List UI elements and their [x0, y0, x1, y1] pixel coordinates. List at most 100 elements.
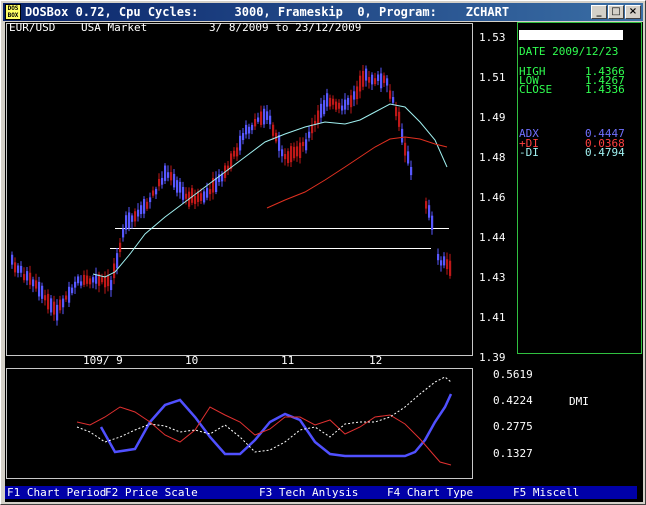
candle-body: [89, 278, 92, 285]
market-label: USA Market: [81, 22, 148, 34]
fkey-code: F4: [387, 486, 401, 499]
price-tick: 1.41: [479, 311, 506, 324]
candle-body: [332, 98, 335, 105]
candle-body: [71, 287, 74, 294]
candle-body: [56, 304, 59, 321]
fkey-code: F3: [259, 486, 273, 499]
command-input[interactable]: [519, 30, 623, 40]
candle-body: [68, 286, 71, 303]
candle-body: [284, 154, 287, 160]
indicator-tick: 0.1327: [493, 447, 533, 460]
price-tick: 1.51: [479, 71, 506, 84]
candle-body: [302, 141, 305, 147]
indicator-name: DMI: [569, 395, 589, 408]
indicator-tick: 0.4224: [493, 394, 533, 407]
candle-body: [263, 108, 266, 125]
candle-body: [128, 212, 131, 229]
candlestick-series: [11, 65, 452, 326]
candle-body: [146, 201, 149, 209]
f3-tech-analysis-button[interactable]: F3 Tech Anlysis: [259, 486, 358, 499]
candle-body: [113, 263, 116, 279]
candle-body: [83, 274, 86, 285]
candle-body: [380, 73, 383, 89]
candle-body: [293, 146, 296, 159]
maximize-button[interactable]: □: [608, 5, 624, 19]
candle-body: [194, 195, 197, 204]
candle-body: [266, 111, 269, 120]
fkey-label: Miscell: [532, 486, 580, 499]
candle-body: [338, 102, 341, 109]
price-tick: 1.46: [479, 191, 506, 204]
candle-body: [80, 281, 83, 286]
candle-body: [77, 276, 80, 284]
candle-body: [386, 78, 389, 86]
candle-body: [290, 146, 293, 163]
candle-body: [242, 133, 245, 141]
candle-body: [35, 280, 38, 289]
candle-body: [440, 260, 443, 266]
f2-price-scale-button[interactable]: F2 Price Scale: [105, 486, 198, 499]
candle-body: [38, 281, 41, 297]
candle-body: [371, 74, 374, 85]
candle-body: [182, 186, 185, 200]
price-tick: 1.48: [479, 151, 506, 164]
fkey-code: F5: [513, 486, 527, 499]
candle-body: [389, 90, 392, 99]
candle-body: [254, 119, 257, 127]
candle-body: [236, 147, 239, 157]
price-tick: 1.43: [479, 271, 506, 284]
title-bar[interactable]: DOS BOX DOSBox 0.72, Cpu Cycles: 3000, F…: [3, 3, 643, 21]
indicator-chart-frame: [6, 368, 473, 479]
minus-di-value: 0.4794: [585, 146, 625, 159]
dosbox-icon[interactable]: DOS BOX: [5, 4, 21, 20]
candle-body: [14, 262, 17, 273]
candle-body: [299, 142, 302, 158]
candle-body: [383, 75, 386, 83]
candle-body: [44, 295, 47, 301]
candle-body: [335, 101, 338, 110]
candle-body: [407, 151, 410, 164]
candle-body: [161, 177, 164, 185]
candle-body: [329, 97, 332, 107]
candle-body: [431, 215, 434, 230]
candle-body: [269, 115, 272, 125]
candle-body: [179, 181, 182, 193]
dos-screen[interactable]: EUR/USD USA Market 3/ 8/2009 to 23/12/20…: [5, 22, 643, 502]
dmi-lines: [76, 376, 453, 466]
candle-body: [176, 180, 179, 193]
fkey-code: F1: [7, 486, 21, 499]
candle-body: [341, 105, 344, 111]
candle-body: [410, 166, 413, 176]
candle-body: [143, 198, 146, 214]
candle-body: [185, 193, 188, 199]
function-key-bar: F1 Chart Period F2 Price Scale F3 Tech A…: [5, 486, 637, 499]
candle-body: [287, 151, 290, 164]
candle-body: [308, 131, 311, 138]
candle-body: [17, 265, 20, 273]
candle-body: [377, 74, 380, 81]
candle-body: [368, 77, 371, 83]
candle-body: [278, 135, 281, 151]
month-tick: 11: [281, 354, 295, 367]
candle-body: [404, 142, 407, 156]
date-readout: DATE 2009/12/23: [519, 45, 619, 58]
candle-body: [119, 242, 122, 253]
fkey-label: Chart Period: [26, 486, 107, 499]
candle-body: [320, 103, 323, 118]
candle-body: [116, 253, 119, 269]
candle-body: [398, 111, 401, 127]
minimize-button[interactable]: _: [591, 5, 607, 19]
candle-body: [296, 146, 299, 157]
close-button[interactable]: ×: [625, 5, 641, 19]
fkey-label: Price Scale: [124, 486, 198, 499]
f4-chart-type-button[interactable]: F4 Chart Type: [387, 486, 473, 499]
f5-miscell-button[interactable]: F5 Miscell: [513, 486, 579, 499]
indicator-tick: 0.5619: [493, 368, 533, 381]
candle-body: [137, 209, 140, 217]
candle-body: [86, 275, 89, 284]
moving-average-lines: [92, 103, 448, 278]
f1-chart-period-button[interactable]: F1 Chart Period: [7, 486, 106, 499]
candle-body: [359, 75, 362, 92]
candle-body: [41, 285, 44, 299]
candle-body: [395, 107, 398, 117]
